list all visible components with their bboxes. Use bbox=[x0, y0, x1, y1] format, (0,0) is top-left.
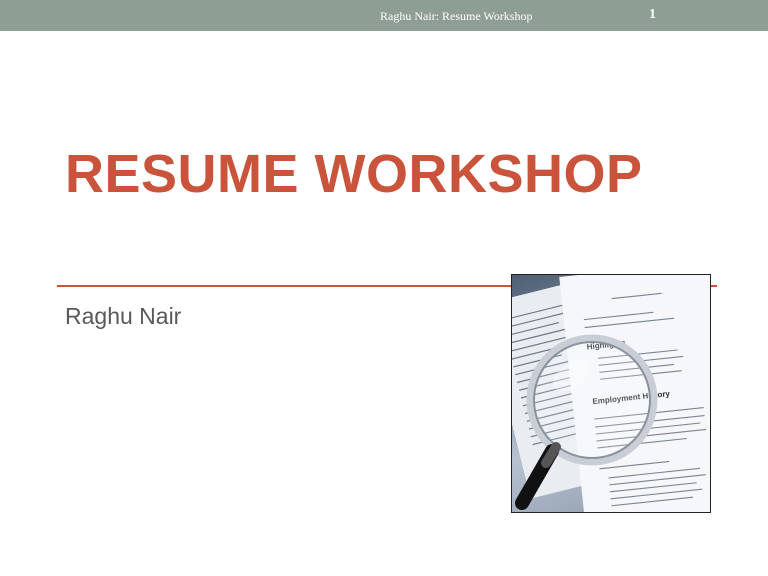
resume-magnifier-image: Highlights Employment History bbox=[511, 274, 711, 513]
resume-magnifier-illustration: Highlights Employment History bbox=[512, 275, 710, 512]
slide-subtitle: Raghu Nair bbox=[65, 303, 182, 329]
page-number: 1 bbox=[649, 7, 656, 22]
header-bar: Raghu Nair: Resume Workshop 1 bbox=[0, 0, 768, 31]
slide: Raghu Nair: Resume Workshop 1 RESUME WOR… bbox=[0, 0, 768, 576]
header-title: Raghu Nair: Resume Workshop bbox=[380, 9, 533, 23]
slide-title: RESUME WORKSHOP bbox=[65, 144, 643, 204]
